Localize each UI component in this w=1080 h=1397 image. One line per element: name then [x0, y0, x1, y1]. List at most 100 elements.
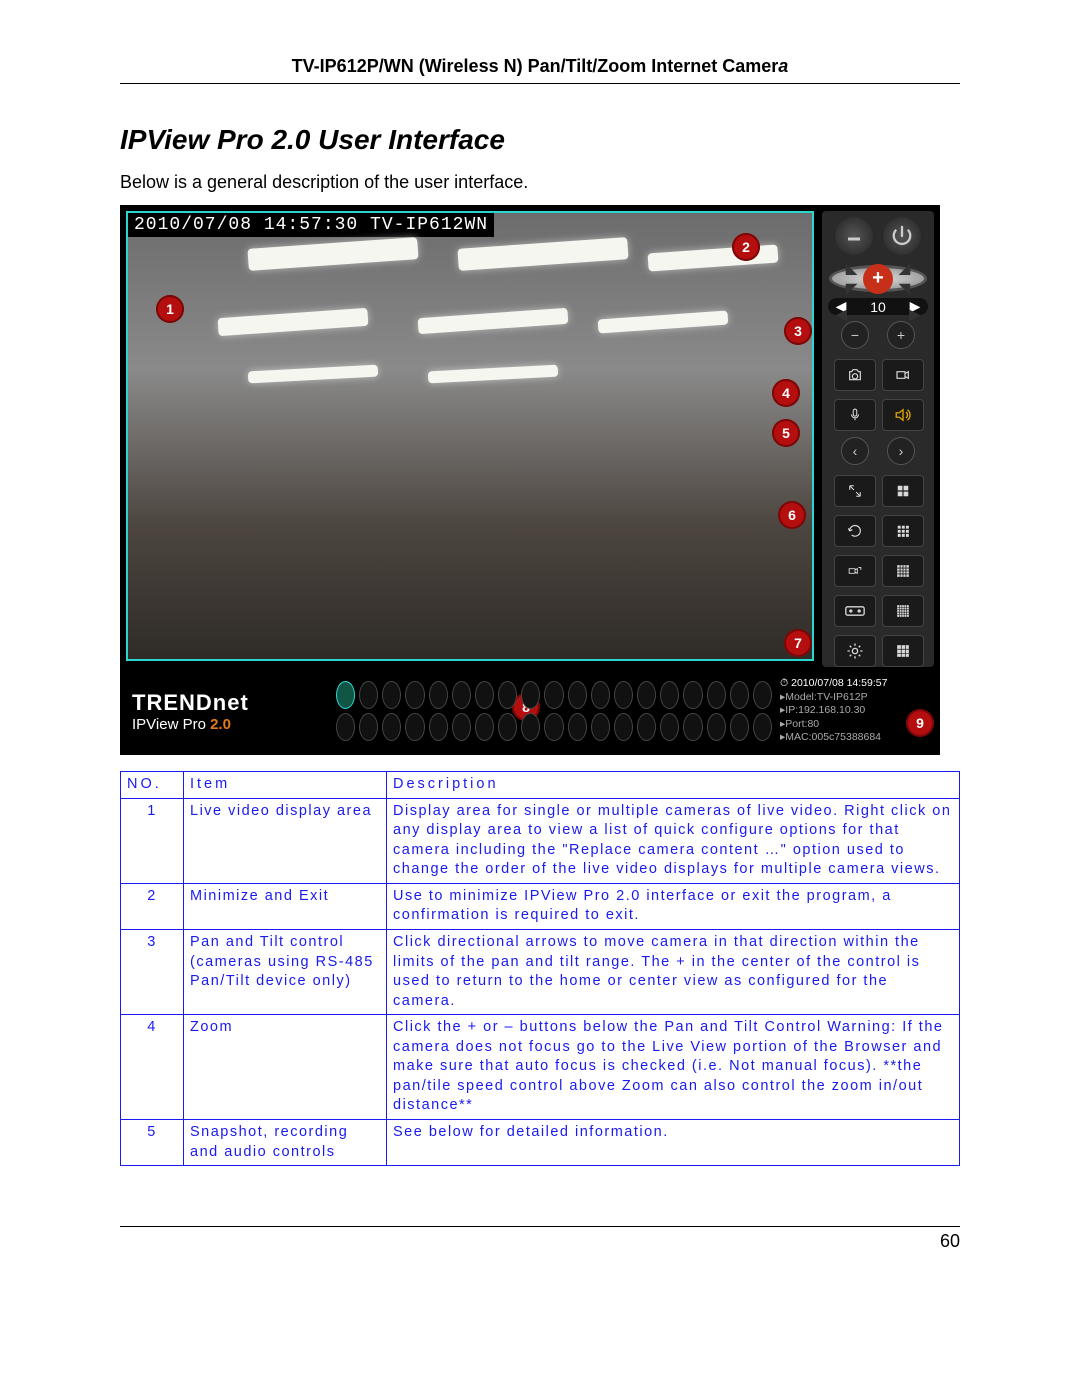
- microphone-icon: [848, 406, 862, 424]
- info-datetime: 2010/07/08 14:59:57: [791, 677, 887, 689]
- arrow-left-icon[interactable]: ◀: [836, 306, 847, 323]
- camera-slot[interactable]: [683, 713, 702, 741]
- camera-slot[interactable]: [637, 713, 656, 741]
- fullscreen-button[interactable]: [834, 475, 876, 507]
- arrow-upleft-icon[interactable]: ◤: [846, 280, 857, 297]
- camera-slot[interactable]: [429, 681, 448, 709]
- camera-slot[interactable]: [521, 681, 540, 709]
- cell-item: Snapshot, recording and audio controls: [184, 1120, 387, 1166]
- camera-slot[interactable]: [753, 681, 772, 709]
- prev-button[interactable]: ‹: [841, 437, 869, 465]
- osd-timestamp: 2010/07/08 14:57:30 TV-IP612WN: [128, 213, 494, 237]
- camera-slot[interactable]: [382, 713, 401, 741]
- snapshot-button[interactable]: [834, 359, 876, 391]
- camera-icon: [845, 367, 865, 383]
- camera-slot[interactable]: [683, 681, 702, 709]
- camera-slot[interactable]: [429, 713, 448, 741]
- camera-slot[interactable]: [405, 713, 424, 741]
- info-ip-lbl: IP:: [785, 704, 798, 716]
- next-button[interactable]: ›: [887, 437, 915, 465]
- camera-slot[interactable]: [359, 713, 378, 741]
- camera-slot[interactable]: [498, 681, 517, 709]
- camera-slot[interactable]: [405, 681, 424, 709]
- info-port-lbl: Port:: [785, 718, 807, 730]
- camera-slot[interactable]: [475, 681, 494, 709]
- camera-slot[interactable]: [568, 681, 587, 709]
- callout-marker-6: 6: [778, 501, 806, 529]
- scene-decor: [248, 365, 378, 384]
- gear-icon: [846, 642, 864, 660]
- zoom-in-button[interactable]: +: [887, 321, 915, 349]
- camera-slot[interactable]: [730, 713, 749, 741]
- minimize-button[interactable]: [835, 217, 873, 255]
- product-version: 2.0: [210, 716, 231, 733]
- camera-slot[interactable]: [452, 713, 471, 741]
- camera-slot[interactable]: [336, 681, 355, 709]
- tape-icon: [845, 605, 865, 617]
- multirecord-button[interactable]: [834, 555, 876, 587]
- camera-slot[interactable]: [521, 713, 540, 741]
- camera-slot[interactable]: [753, 713, 772, 741]
- callout-marker-3: 3: [784, 317, 812, 345]
- camera-slot[interactable]: [498, 713, 517, 741]
- camera-slot[interactable]: [637, 681, 656, 709]
- camera-slot[interactable]: [544, 713, 563, 741]
- table-row: 5 Snapshot, recording and audio controls…: [121, 1120, 960, 1166]
- camera-slot-grid[interactable]: [332, 673, 776, 749]
- camera-slot[interactable]: [452, 681, 471, 709]
- camera-slot[interactable]: [382, 681, 401, 709]
- camera-slot[interactable]: [660, 713, 679, 741]
- view-controls: [834, 475, 922, 667]
- arrow-right-icon[interactable]: ▶: [909, 306, 920, 323]
- camera-slot[interactable]: [707, 681, 726, 709]
- layout-2x2-button[interactable]: [882, 475, 924, 507]
- scene-decor: [247, 237, 418, 271]
- refresh-button[interactable]: [834, 515, 876, 547]
- cell-no: 4: [121, 1015, 184, 1120]
- layout-custom-button[interactable]: [882, 635, 924, 667]
- ipview-window: 2010/07/08 14:57:30 TV-IP612WN 1 2 3 4 5…: [120, 205, 940, 755]
- grid-3x3-icon: [894, 524, 912, 538]
- table-row: 1 Live video display area Display area f…: [121, 798, 960, 883]
- camera-slot[interactable]: [707, 713, 726, 741]
- mic-button[interactable]: [834, 399, 876, 431]
- power-icon: [891, 225, 913, 247]
- camera-slot[interactable]: [614, 713, 633, 741]
- exit-button[interactable]: [883, 217, 921, 255]
- speaker-button[interactable]: [882, 399, 924, 431]
- scene-decor: [457, 237, 628, 271]
- cell-item: Live video display area: [184, 798, 387, 883]
- callout-marker-1: 1: [156, 295, 184, 323]
- cell-desc: Use to minimize IPView Pro 2.0 interface…: [387, 883, 960, 929]
- camera-slot[interactable]: [614, 681, 633, 709]
- camera-slot[interactable]: [568, 713, 587, 741]
- info-ip: 192.168.10.30: [798, 704, 865, 716]
- camera-slot[interactable]: [591, 681, 610, 709]
- layout-6x6-button[interactable]: [882, 595, 924, 627]
- layout-4x4-button[interactable]: [882, 555, 924, 587]
- zoom-out-button[interactable]: −: [841, 321, 869, 349]
- ptz-home-button[interactable]: +: [863, 264, 893, 294]
- camera-slot[interactable]: [475, 713, 494, 741]
- cell-item: Pan and Tilt control (cameras using RS-4…: [184, 929, 387, 1014]
- bottom-bar: TRENDnet IPView Pro 2.0 ⏱ 2010/07/08 14:…: [126, 673, 934, 749]
- record-button[interactable]: [882, 359, 924, 391]
- live-video-display[interactable]: 2010/07/08 14:57:30 TV-IP612WN 1: [126, 211, 814, 661]
- pan-tilt-control[interactable]: ▲ ▼ ◀ ▶ ◤ ◥ ◣ ◢ +: [829, 265, 927, 292]
- camera-slot[interactable]: [544, 681, 563, 709]
- arrow-downleft-icon[interactable]: ◣: [846, 260, 857, 277]
- arrow-upright-icon[interactable]: ◥: [899, 280, 910, 297]
- camera-slot[interactable]: [591, 713, 610, 741]
- camera-slot[interactable]: [336, 713, 355, 741]
- camera-slot[interactable]: [660, 681, 679, 709]
- table-row: 4 Zoom Click the + or – buttons below th…: [121, 1015, 960, 1120]
- info-port: 80: [807, 718, 819, 730]
- settings-button[interactable]: [834, 635, 876, 667]
- section-title: IPView Pro 2.0 User Interface: [120, 124, 960, 156]
- camera-slot[interactable]: [359, 681, 378, 709]
- playback-button[interactable]: [834, 595, 876, 627]
- camera-slot[interactable]: [730, 681, 749, 709]
- layout-3x3-button[interactable]: [882, 515, 924, 547]
- page-number: 60: [940, 1231, 960, 1251]
- arrow-downright-icon[interactable]: ◢: [899, 260, 910, 277]
